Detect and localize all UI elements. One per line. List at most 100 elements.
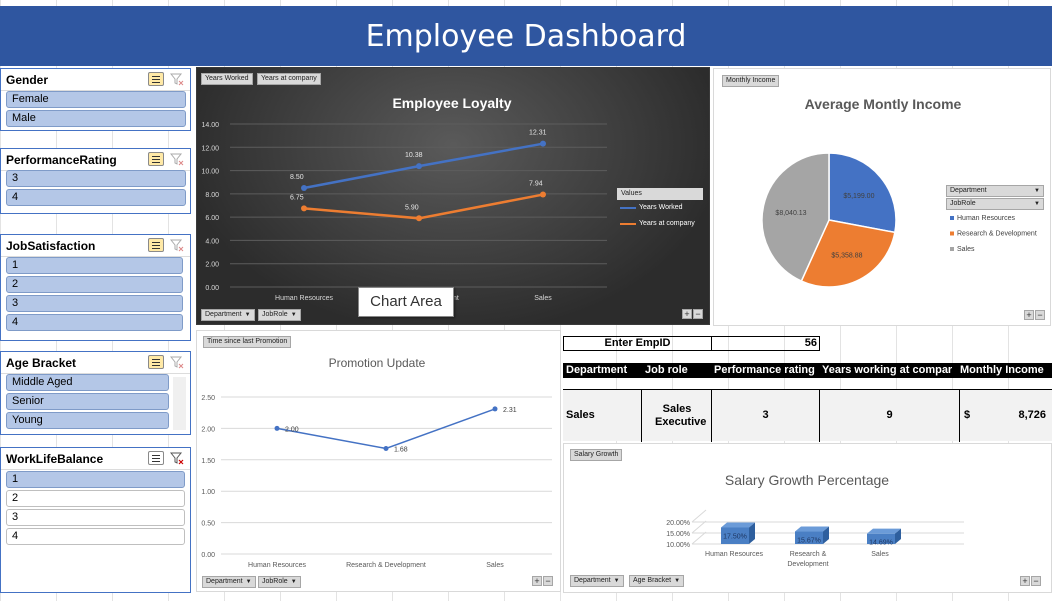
slicer-item-3[interactable]: 3 <box>6 509 185 526</box>
slicer-item-4[interactable]: 4 <box>6 314 183 331</box>
data-label: 17.50% <box>723 534 747 541</box>
slicer-scrollbar[interactable] <box>173 377 186 430</box>
y-tick-label: 20.00% <box>666 520 690 527</box>
button-label: Department <box>206 578 243 585</box>
button-label: Department <box>950 187 987 194</box>
clear-filter-icon[interactable] <box>170 239 184 252</box>
collapse-button[interactable]: − <box>1031 576 1041 586</box>
legend-swatch <box>950 247 954 251</box>
empid-label: Enter EmpID <box>564 337 712 350</box>
slice-label: $5,358.88 <box>831 252 862 259</box>
expand-button[interactable]: + <box>1024 310 1034 320</box>
slicer-title: WorkLifeBalance <box>6 452 104 466</box>
data-label: 2.00 <box>285 426 299 433</box>
salary-plot: Salary Growth Percentage 10.00% 15.00% 20.0… <box>666 472 964 568</box>
gridline <box>691 520 707 534</box>
slicer-item-2[interactable]: 2 <box>6 276 183 293</box>
collapse-button[interactable]: − <box>1035 310 1045 320</box>
legend-label: Human Resources <box>957 215 1015 222</box>
header-years-working: Years working at compar <box>822 364 953 376</box>
legend-swatch <box>950 216 954 220</box>
slicer-item-3[interactable]: 3 <box>6 295 183 312</box>
average-income-chart[interactable]: Monthly Income Average Montly Income $5,1… <box>713 68 1051 326</box>
slice-label: $5,199.00 <box>843 193 874 200</box>
y-tick-label: 15.00% <box>666 531 690 538</box>
chevron-down-icon: ▼ <box>674 578 681 584</box>
slicer-header: Age Bracket <box>1 352 190 374</box>
empid-input[interactable]: 56 <box>713 337 819 350</box>
axis-button-department[interactable]: Department ▼ <box>570 575 624 587</box>
axis-button-department[interactable]: Department ▼ <box>201 309 255 321</box>
legend-label: Years Worked <box>639 204 683 211</box>
axis-button-department[interactable]: Department ▼ <box>202 576 256 588</box>
promotion-update-chart[interactable]: Time since last Promotion Promotion Upda… <box>196 330 561 592</box>
data-label: 12.31 <box>529 130 547 137</box>
slicer-item-female[interactable]: Female <box>6 91 186 108</box>
dashboard-banner: Employee Dashboard <box>0 6 1052 66</box>
expand-button[interactable]: + <box>1020 576 1030 586</box>
chevron-down-icon: ▼ <box>613 578 620 584</box>
x-tick-label: Human Resources <box>275 295 333 302</box>
slicer-item-young[interactable]: Young <box>6 412 169 429</box>
button-label: Age Bracket <box>633 577 672 584</box>
multi-select-icon[interactable] <box>148 152 164 166</box>
dashboard-root: Employee Dashboard Gender Female Male Pe… <box>0 0 1052 601</box>
x-tick-label: Sales <box>486 562 504 569</box>
data-label: 15.67% <box>797 538 821 545</box>
x-tick-label: Research & Development <box>346 562 426 569</box>
lookup-header-row: Department Job role Performance rating Y… <box>563 363 1052 378</box>
data-label: 7.94 <box>529 181 543 188</box>
expand-button[interactable]: + <box>532 576 542 586</box>
filter-jobrole[interactable]: JobRole ▼ <box>946 198 1044 210</box>
axis-button-age-bracket[interactable]: Age Bracket ▼ <box>629 575 685 587</box>
series-line <box>303 142 544 190</box>
clear-filter-icon[interactable] <box>170 153 184 166</box>
slicer-item-4[interactable]: 4 <box>6 189 186 206</box>
multi-select-icon[interactable] <box>148 451 164 465</box>
multi-select-icon[interactable] <box>148 238 164 252</box>
clear-filter-icon[interactable] <box>170 356 184 369</box>
expand-button[interactable]: + <box>682 309 692 319</box>
collapse-button[interactable]: − <box>543 576 553 586</box>
axis-button-jobrole[interactable]: JobRole ▼ <box>258 576 301 588</box>
multi-select-icon[interactable] <box>148 72 164 86</box>
salary-growth-chart[interactable]: Salary Growth Salary Growth Percentage 10… <box>563 443 1052 593</box>
chart-area-tooltip: Chart Area <box>358 287 454 317</box>
legend-title: Values <box>617 188 703 200</box>
cell-department: Sales <box>566 409 595 421</box>
clear-filter-icon[interactable] <box>170 452 184 465</box>
legend-swatch <box>950 231 954 236</box>
y-tick-label: 10.00 <box>201 169 219 176</box>
cell-job-role: Sales Executive <box>655 403 707 428</box>
cell-monthly-income: 8,726 <box>1018 409 1046 421</box>
y-tick-label: 4.00 <box>205 238 219 245</box>
data-point <box>540 140 546 147</box>
slicer-title: JobSatisfaction <box>6 239 96 253</box>
slicer-item-senior[interactable]: Senior <box>6 393 169 410</box>
employee-loyalty-chart[interactable]: Years Worked Years at company Employee L… <box>196 67 710 325</box>
slicer-header: PerformanceRating <box>1 149 190 171</box>
header-monthly-income: Monthly Income <box>960 364 1044 376</box>
slicer-item-male[interactable]: Male <box>6 110 186 127</box>
slicer-item-3[interactable]: 3 <box>6 170 186 187</box>
multi-select-icon[interactable] <box>148 355 164 369</box>
slicer-item-2[interactable]: 2 <box>6 490 185 507</box>
header-performance-rating: Performance rating <box>714 364 815 376</box>
loyalty-legend: Values Years Worked Years at company <box>617 188 703 234</box>
y-tick-label: 10.00% <box>666 542 690 549</box>
slicer-item-1[interactable]: 1 <box>6 257 183 274</box>
slicer-item-1[interactable]: 1 <box>6 471 185 488</box>
x-tick-label: Human Resources <box>705 551 763 558</box>
clear-filter-icon[interactable] <box>170 73 184 86</box>
collapse-button[interactable]: − <box>693 309 703 319</box>
slicer-item-middle-aged[interactable]: Middle Aged <box>6 374 169 391</box>
data-label: 10.38 <box>405 152 423 159</box>
filter-department[interactable]: Department ▼ <box>946 185 1044 197</box>
y-tick-label: 0.00 <box>205 285 219 292</box>
slice-label: $8,040.13 <box>775 210 806 217</box>
cell-years: 9 <box>886 409 893 421</box>
data-point <box>416 163 422 170</box>
axis-button-jobrole[interactable]: JobRole ▼ <box>258 309 301 321</box>
slicer-item-4[interactable]: 4 <box>6 528 185 545</box>
legend-swatch <box>620 207 636 209</box>
